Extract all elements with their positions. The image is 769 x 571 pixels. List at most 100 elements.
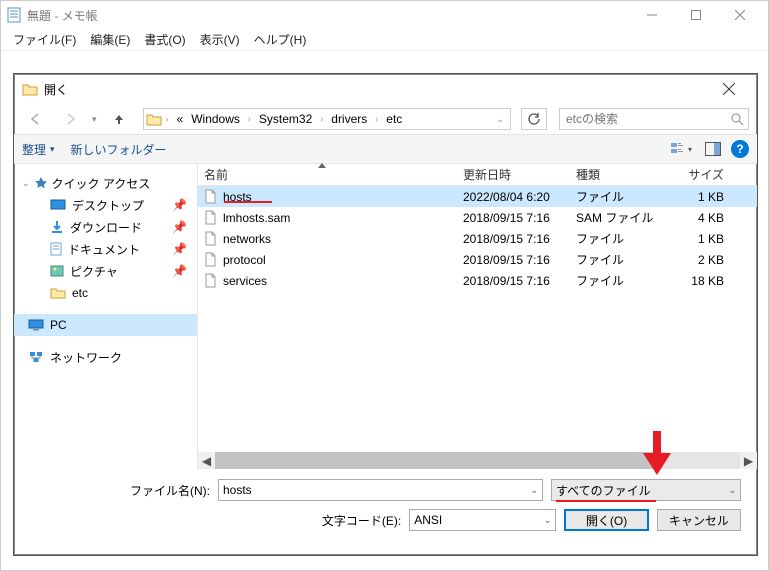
file-row[interactable]: networks2018/09/15 7:16ファイル1 KB [198,228,757,249]
folder-icon [146,113,162,126]
annotation-underline [556,500,656,502]
menu-edit[interactable]: 編集(E) [84,29,136,50]
preview-pane-button[interactable] [699,138,727,160]
pin-icon: 📌 [172,264,187,278]
chevron-down-icon: ⌄ [728,485,736,496]
scroll-thumb[interactable] [215,452,661,469]
chevron-down-icon: ⌄ [22,178,30,189]
file-type: ファイル [576,251,666,268]
minimize-button[interactable] [630,1,674,29]
filename-input[interactable]: hosts ⌄ [218,479,543,501]
menu-format[interactable]: 書式(O) [138,29,191,50]
scroll-left-button[interactable]: ◀ [198,452,215,469]
pin-icon: 📌 [172,242,187,256]
file-modified: 2018/09/15 7:16 [463,274,576,288]
nav-pc[interactable]: PC [14,314,197,336]
open-button[interactable]: 開く(O) [564,509,648,531]
file-list: hosts2022/08/04 6:20ファイル1 KB lmhosts.sam 2… [198,186,757,291]
dialog-close-button[interactable] [709,75,749,103]
nav-up-button[interactable] [105,107,133,131]
pc-icon [28,319,44,331]
file-size: 1 KB [666,190,736,204]
file-pane: 名前 更新日時 種類 サイズ hosts2022/08/04 6:20ファイル1… [198,164,757,469]
file-type-filter[interactable]: すべてのファイル ⌄ [551,479,741,501]
notepad-window: 無題 - メモ帳 ファイル(F) 編集(E) 書式(O) 表示(V) ヘルプ(H… [0,0,769,571]
file-row[interactable]: lmhosts.sam 2018/09/15 7:16SAM ファイル4 KB [198,207,757,228]
open-dialog: 開く ▾ › « Windows › System32 › drivers › … [13,73,758,556]
help-icon[interactable]: ? [731,140,749,158]
file-size: 4 KB [666,211,736,225]
file-size: 18 KB [666,274,736,288]
chevron-down-icon: ▾ [50,144,55,155]
menu-view[interactable]: 表示(V) [194,29,246,50]
main-window-title: 無題 - メモ帳 [27,7,630,24]
nav-quick-access[interactable]: ⌄ クイック アクセス [14,172,197,194]
sort-ascending-icon [318,163,326,168]
file-modified: 2018/09/15 7:16 [463,253,576,267]
close-button[interactable] [718,1,762,29]
nav-pictures[interactable]: ピクチャ📌 [28,260,197,282]
view-details-button[interactable]: ▾ [667,138,695,160]
network-icon [28,351,44,363]
nav-etc[interactable]: etc [28,282,197,304]
chevron-down-icon[interactable]: ⌄ [530,485,538,496]
file-row[interactable]: services2018/09/15 7:16ファイル18 KB [198,270,757,291]
breadcrumb-item[interactable]: Windows [187,111,244,127]
nav-row: ▾ › « Windows › System32 › drivers › etc… [14,104,757,134]
maximize-button[interactable] [674,1,718,29]
chevron-down-icon[interactable]: ⌄ [492,114,508,125]
dialog-footer: ファイル名(N): hosts ⌄ すべてのファイル ⌄ 文字コード(E): A… [14,469,757,543]
pin-icon: 📌 [172,198,187,212]
annotation-arrow-icon [643,431,671,478]
pin-icon: 📌 [172,220,187,234]
file-name: protocol [223,253,266,267]
breadcrumb-item[interactable]: drivers [327,111,371,127]
cancel-button[interactable]: キャンセル [657,509,741,531]
nav-documents[interactable]: ドキュメント📌 [28,238,197,260]
file-name: lmhosts.sam [223,211,290,225]
breadcrumb-item[interactable]: System32 [255,111,316,127]
file-row[interactable]: hosts2022/08/04 6:20ファイル1 KB [198,186,757,207]
picture-icon [50,265,64,277]
col-header-name[interactable]: 名前 [198,166,463,183]
nav-downloads[interactable]: ダウンロード📌 [28,216,197,238]
file-type: ファイル [576,188,666,205]
breadcrumb-item[interactable]: etc [382,111,406,127]
filename-label: ファイル名(N): [30,482,210,499]
menu-help[interactable]: ヘルプ(H) [248,29,313,50]
refresh-button[interactable] [521,108,547,130]
nav-desktop[interactable]: デスクトップ📌 [28,194,197,216]
body-area: ⌄ クイック アクセス デスクトップ📌 ダウンロード📌 ドキュメント📌 ピクチャ… [14,164,757,469]
file-modified: 2018/09/15 7:16 [463,211,576,225]
encoding-label: 文字コード(E): [30,512,401,529]
menu-file[interactable]: ファイル(F) [7,29,82,50]
encoding-select[interactable]: ANSI ⌄ [409,509,556,531]
scroll-right-button[interactable]: ▶ [740,452,757,469]
filter-value: すべてのファイル [556,482,651,499]
filename-value: hosts [223,483,252,497]
file-row[interactable]: protocol 2018/09/15 7:16ファイル2 KB [198,249,757,270]
new-folder-button[interactable]: 新しいフォルダー [71,141,167,158]
search-icon [731,113,744,126]
col-header-size[interactable]: サイズ [666,166,736,183]
search-box[interactable] [559,108,749,130]
nav-history-dropdown[interactable]: ▾ [90,114,99,125]
file-type: SAM ファイル [576,209,666,226]
col-header-type[interactable]: 種類 [576,166,666,183]
file-modified: 2018/09/15 7:16 [463,232,576,246]
nav-network[interactable]: ネットワーク [14,346,197,368]
col-header-modified[interactable]: 更新日時 [463,166,576,183]
menubar: ファイル(F) 編集(E) 書式(O) 表示(V) ヘルプ(H) [1,29,768,51]
path-bar[interactable]: › « Windows › System32 › drivers › etc ⌄ [143,108,511,130]
dialog-title: 開く [44,81,68,98]
chevron-right-icon: › [244,114,255,124]
nav-back-button[interactable] [22,107,50,131]
search-input[interactable] [564,111,731,127]
document-icon [50,242,62,256]
file-name: networks [223,232,271,246]
horizontal-scrollbar[interactable]: ◀ ▶ [198,452,757,469]
breadcrumb-prefix[interactable]: « [173,111,188,127]
file-size: 2 KB [666,253,736,267]
nav-forward-button[interactable] [56,107,84,131]
organize-menu[interactable]: 整理 ▾ [22,141,55,158]
